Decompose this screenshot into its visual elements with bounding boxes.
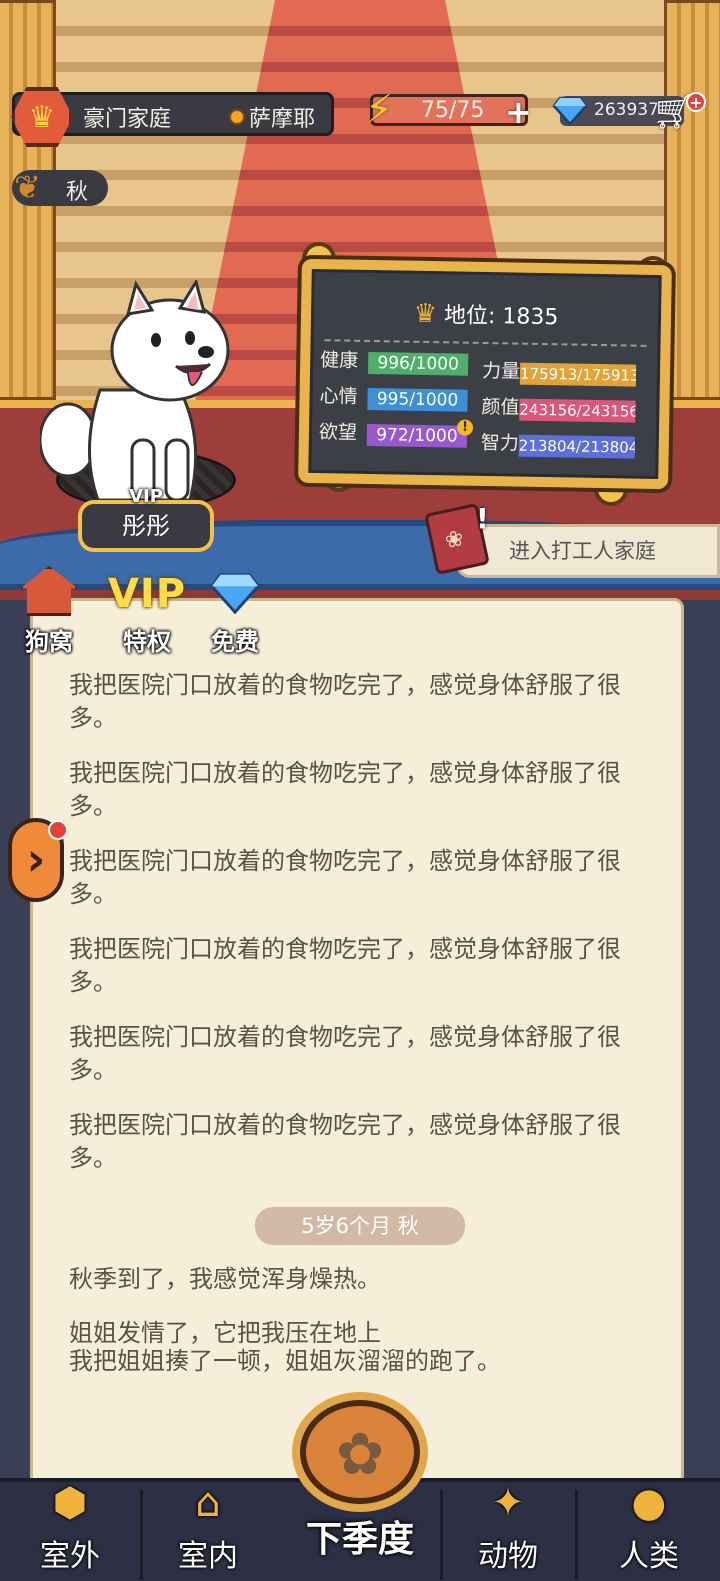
stat-label-mood: 心情 [319, 385, 358, 408]
log-entry: 我把姐姐揍了一顿，姐姐灰溜溜的跑了。 [69, 1347, 501, 1375]
crown-icon: ♛ [413, 298, 438, 330]
nav-outdoor[interactable]: ⬢ 室外 [0, 1480, 140, 1581]
right-column [664, 0, 720, 400]
board-divider [324, 339, 647, 347]
energy-value: 75/75 [421, 98, 485, 123]
location-pin-icon: ⬢ [52, 1480, 88, 1526]
nav-label: 人类 [619, 1539, 679, 1574]
add-energy-button[interactable]: + [505, 93, 532, 131]
notification-dot [48, 820, 68, 840]
paw-disk: ✿ [300, 1400, 420, 1504]
shortcut-label: 狗窝 [25, 628, 73, 656]
nav-animals[interactable]: ✦ 动物 [443, 1480, 573, 1581]
nav-label: 室外 [40, 1539, 100, 1574]
warning-icon: ! [456, 419, 474, 436]
nav-indoor[interactable]: ⌂ 室内 [143, 1480, 273, 1581]
status-board[interactable]: ♛ 地位: 1835 健康 996/1000 心情 995/1000 欲望 97… [298, 258, 672, 490]
log-entry: 我把医院门口放着的食物吃完了，感觉身体舒服了很多。 [69, 1023, 621, 1084]
age-season-tag: 5岁6个月 秋 [255, 1207, 465, 1245]
family-name: 豪门家庭 [83, 107, 172, 132]
status-value: 地位: 1835 [443, 303, 559, 331]
work-family-label: 进入打工人家庭 [509, 539, 656, 563]
event-log[interactable]: 我把医院门口放着的食物吃完了，感觉身体舒服了很多。 我把医院门口放着的食物吃完了… [30, 598, 684, 1498]
enter-work-family-button[interactable]: 进入打工人家庭 [456, 524, 720, 578]
medal-icon [229, 109, 245, 125]
stat-bar-intelligence: 213804/213804 [518, 434, 635, 459]
nav-humans[interactable]: ● 人类 [578, 1480, 720, 1581]
breed-name: 萨摩耶 [249, 107, 316, 132]
diamond-icon [210, 573, 260, 615]
diamond-icon [552, 96, 588, 126]
stat-bar-looks: 243156/243156 [519, 398, 636, 423]
nav-label: 室内 [178, 1539, 238, 1574]
alert-icon: ! [476, 502, 489, 535]
vip-icon: VIP [107, 571, 187, 617]
vip-privilege-button[interactable]: VIP 特权 [104, 566, 190, 657]
nav-label: 动物 [478, 1539, 538, 1574]
log-entry: 我把医院门口放着的食物吃完了，感觉身体舒服了很多。 [69, 847, 621, 908]
shop-plus-icon[interactable]: + [686, 92, 706, 112]
stat-label-intelligence: 智力 [480, 431, 519, 455]
energy-bar: ⚡ 75/75 + [365, 87, 532, 133]
status-title: ♛ 地位: 1835 [311, 295, 662, 333]
paw-icon: ❀ [442, 525, 466, 555]
vip-badge: VIP [129, 486, 163, 507]
lightning-icon: ⚡ [365, 87, 394, 133]
shortcut-label: 特权 [123, 628, 171, 656]
log-entry: 我把医院门口放着的食物吃完了，感觉身体舒服了很多。 [69, 1111, 621, 1172]
log-entry: 秋季到了，我感觉浑身燥热。 [69, 1265, 381, 1293]
dog-name: 彤彤 [122, 512, 170, 540]
stat-bar-health: 996/1000 [367, 351, 469, 376]
bone-icon: ✦ [491, 1480, 525, 1526]
stat-label-strength: 力量 [481, 359, 521, 383]
season-text: 秋 [66, 180, 89, 205]
family-info-bar[interactable]: ♛ 豪门家庭 萨摩耶 [11, 87, 334, 147]
leaf-icon: ❦ [14, 168, 41, 206]
stat-bar-desire: 972/1000 [366, 423, 468, 448]
stat-label-desire: 欲望 [318, 421, 358, 444]
stat-bar-mood: 995/1000 [367, 387, 468, 412]
log-entry: 我把医院门口放着的食物吃完了，感觉身体舒服了很多。 [69, 671, 621, 732]
next-season-label: 下季度 [305, 1519, 414, 1560]
season-tag: ❦ 秋 [12, 168, 108, 206]
person-icon: ● [631, 1480, 667, 1526]
dog-house-button[interactable]: 狗窝 [6, 566, 92, 657]
log-entry: 我把医院门口放着的食物吃完了，感觉身体舒服了很多。 [69, 759, 621, 820]
log-entry: 我把医院门口放着的食物吃完了，感觉身体舒服了很多。 [69, 935, 621, 996]
samoyed-dog[interactable] [40, 280, 240, 520]
house-icon: ⌂ [195, 1480, 221, 1526]
stat-label-looks: 颜值 [481, 395, 520, 419]
dog-house-icon [20, 566, 78, 616]
shortcut-label: 免费 [211, 628, 259, 656]
free-gems-button[interactable]: 免费 [192, 566, 278, 657]
gem-count: 263937 [594, 100, 659, 120]
next-season-button[interactable]: ✿ [288, 1396, 432, 1516]
paw-icon: ✿ [335, 1420, 385, 1488]
stat-label-health: 健康 [320, 349, 359, 372]
dog-name-plate[interactable]: VIP 彤彤 [78, 486, 214, 552]
stat-bar-strength: 175913/175913 [519, 362, 637, 387]
